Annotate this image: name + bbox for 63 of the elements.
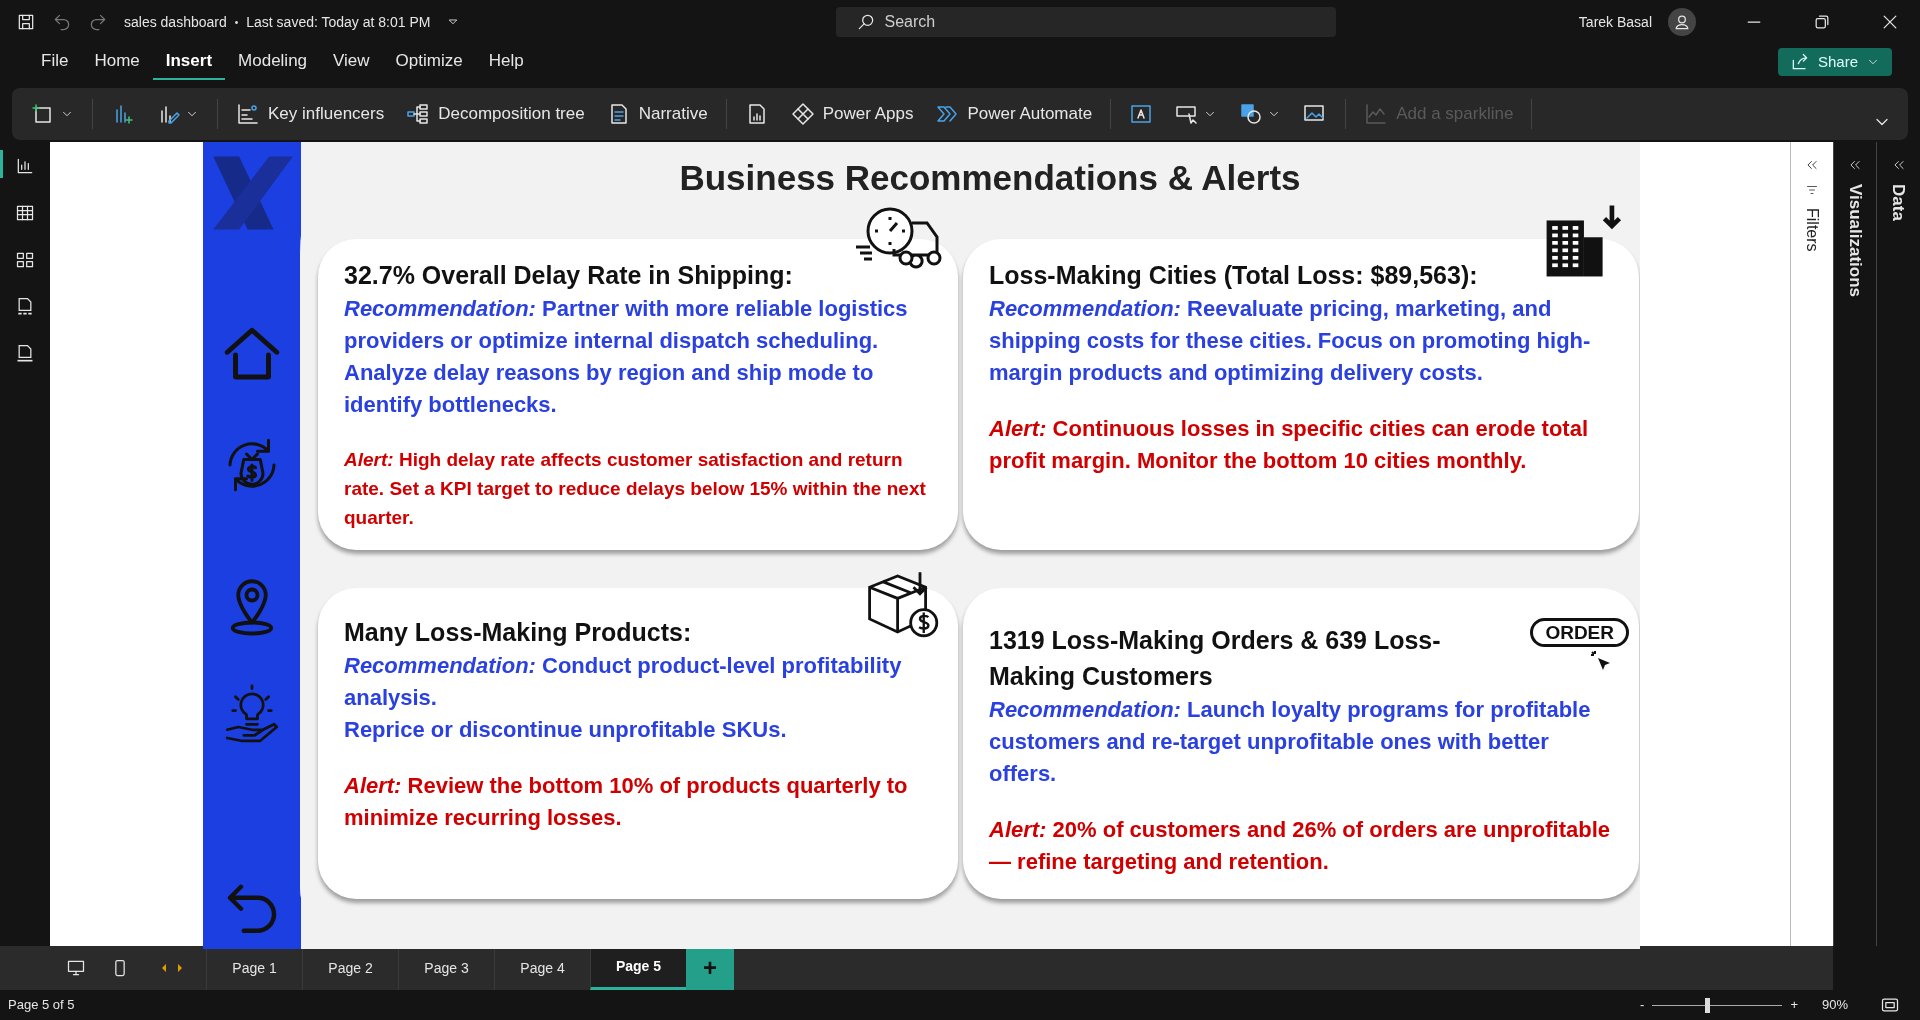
save-icon[interactable] — [16, 12, 36, 32]
tmdl-view-icon[interactable] — [15, 344, 35, 364]
ribbon-button[interactable]: Power Apps — [786, 101, 918, 127]
recommendation-text: Recommendation: Reevaluate pricing, marketing, and shipping costs for these cities. Focus on promoting high-margin products and optimizing delivery costs. — [989, 294, 1592, 387]
text-box-icon — [1129, 102, 1154, 126]
alert-text: Alert: 20% of customers and 26% of orders are unprofitable — refine targeting and retention. — [989, 815, 1612, 876]
separator-dot: • — [234, 15, 239, 30]
page-tab[interactable]: Page 5 — [590, 946, 686, 990]
zoom-slider-thumb[interactable] — [1704, 997, 1710, 1013]
filters-pane-tab[interactable]: Filters — [1800, 208, 1824, 252]
file-name: sales dashboard — [124, 12, 227, 32]
page-title: Business Recommendations & Alerts — [678, 157, 1302, 199]
recommendation-text: Recommendation: Launch loyalty programs for profitable customers and re-target unprofitable ones with better offers. — [989, 695, 1592, 788]
page-count: Page 5 of 5 — [8, 996, 75, 1015]
undo-icon[interactable] — [52, 12, 72, 32]
recommendation-text: Recommendation: Partner with more reliable logistics providers or optimize internal dispatch scheduling. Analyze delay reasons by region and ship mode to identify bottlenecks. — [344, 294, 909, 419]
menu-tab[interactable]: Optimize — [382, 44, 476, 80]
ribbon-button[interactable]: Key influencers — [232, 101, 389, 127]
zoom-out-button[interactable]: - — [1636, 995, 1649, 1015]
zoom-level: 90% — [1821, 996, 1848, 1015]
alert-text: Alert: Continuous losses in specific cities can erode total profit margin. Monitor the bottom 10 cities monthly. — [989, 414, 1590, 475]
card-title: 1319 Loss-Making Orders & 639 Loss-Making Customers — [989, 624, 1442, 692]
data-pane-tab[interactable]: Data — [1885, 184, 1912, 221]
report-view-icon[interactable] — [15, 156, 35, 176]
ribbon-button[interactable]: Decomposition tree — [402, 101, 589, 127]
share-button[interactable]: Share — [1777, 48, 1892, 76]
order-label: ORDER — [1530, 617, 1629, 647]
filter-icon — [1806, 184, 1818, 196]
collapse-icon[interactable] — [1848, 158, 1862, 172]
dax-query-icon[interactable] — [15, 297, 35, 317]
user-name: Tarek Basal — [1578, 12, 1652, 32]
shapes-icon — [1239, 102, 1264, 126]
avatar-icon[interactable] — [1668, 8, 1696, 36]
last-saved-text: Last saved: Today at 8:01 PM — [246, 12, 431, 32]
card-title: Loss-Making Cities (Total Loss: $89,563): — [989, 259, 1479, 291]
menu-tab[interactable]: Modeling — [225, 44, 321, 80]
collapse-icon[interactable] — [1891, 158, 1906, 172]
menu-tab[interactable]: Insert — [152, 44, 226, 80]
sparkline-icon — [1364, 102, 1389, 126]
menu-tab[interactable]: Help — [475, 44, 537, 80]
add-page-button[interactable]: + — [686, 946, 734, 990]
ribbon-button[interactable]: Power Automate — [931, 101, 1097, 127]
menu-tab[interactable]: File — [28, 44, 82, 80]
model-view-icon[interactable] — [15, 250, 35, 270]
ribbon-button[interactable]: Narrative — [602, 101, 712, 127]
card-title: 32.7% Overall Delay Rate in Shipping: — [344, 259, 794, 291]
tree-diagram-icon — [406, 102, 431, 126]
diamond-icon — [790, 102, 815, 126]
card-title: Many Loss-Making Products: — [344, 616, 693, 648]
search-field[interactable]: Search — [836, 7, 1337, 37]
redo-icon[interactable] — [88, 12, 108, 32]
collapse-icon[interactable] — [1805, 158, 1819, 172]
menu-tab[interactable]: Home — [81, 44, 153, 80]
desktop-layout-icon[interactable] — [66, 958, 86, 978]
menu-tab[interactable]: View — [320, 44, 383, 80]
influencers-icon — [236, 102, 260, 126]
visualizations-pane-tab[interactable]: Visualizations — [1842, 184, 1868, 298]
recommendation-text: Reprice or discontinue unprofitable SKUs. — [344, 715, 788, 744]
alert-text: Alert: High delay rate affects customer satisfaction and return rate. Set a KPI target to reduce delays below 15% within the next quarter. — [344, 447, 927, 530]
table-view-icon[interactable] — [15, 203, 35, 223]
alert-text: Alert: Review the bottom 10% of products quarterly to minimize recurring losses. — [344, 771, 909, 832]
recommendation-text: Recommendation: Conduct product-level profitability analysis. — [344, 651, 903, 712]
zoom-in-button[interactable]: + — [1786, 995, 1802, 1015]
